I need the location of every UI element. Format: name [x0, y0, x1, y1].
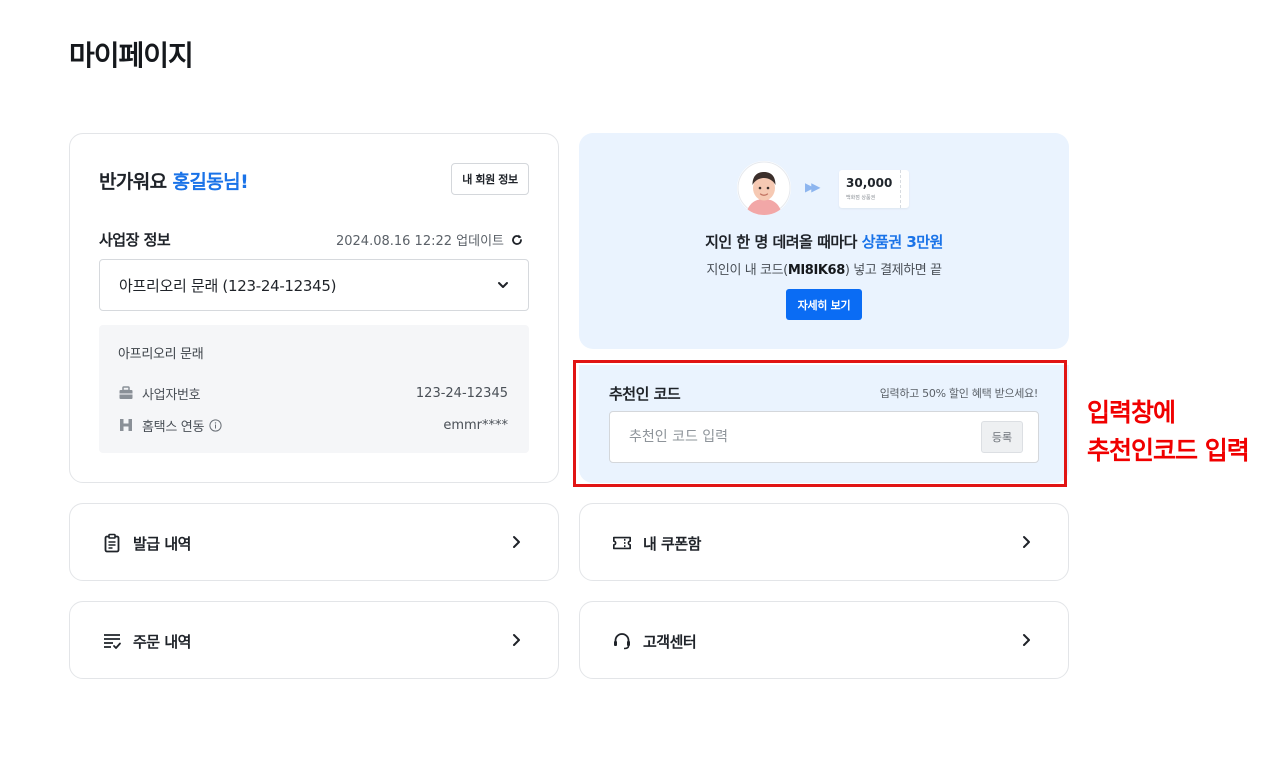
coupon-box-label: 내 쿠폰함 — [643, 535, 701, 553]
chevron-right-icon — [510, 535, 522, 549]
business-number-label: 사업자번호 — [142, 387, 201, 403]
voucher-amount: 30,000 — [846, 176, 893, 190]
greeting: 반가워요 홍길동님! — [99, 167, 249, 194]
business-number-value: 123-24-12345 — [415, 385, 508, 401]
business-info-label: 사업장 정보 — [99, 231, 171, 249]
promo-sub-suffix: ) 넣고 결제하면 끝 — [844, 263, 942, 278]
greeting-prefix: 반가워요 — [99, 171, 167, 193]
promo-sub-prefix: 지인이 내 코드( — [706, 263, 788, 278]
gift-voucher-image: 30,000 백화점 상품권 — [839, 170, 909, 208]
double-arrow-icon: ▶▶ — [805, 180, 821, 194]
ticket-icon — [612, 533, 632, 553]
list-check-icon — [102, 631, 122, 651]
issue-history-card[interactable]: 발급 내역 — [69, 503, 559, 581]
hometax-label-group: 홈택스 연동 — [142, 416, 443, 435]
hometax-row: 홈택스 연동 emmr**** — [118, 415, 508, 435]
order-history-card[interactable]: 주문 내역 — [69, 601, 559, 679]
updated-timestamp: 2024.08.16 12:22 업데이트 — [336, 230, 524, 249]
detail-button[interactable]: 자세히 보기 — [786, 289, 862, 320]
chevron-right-icon — [1020, 633, 1032, 647]
refresh-icon[interactable] — [510, 233, 524, 247]
customer-center-card[interactable]: 고객센터 — [579, 601, 1069, 679]
updated-text: 2024.08.16 12:22 업데이트 — [335, 234, 504, 249]
business-select[interactable]: 아프리오리 문래 (123-24-12345) — [99, 259, 529, 311]
profile-card: 반가워요 홍길동님! 내 회원 정보 사업장 정보 2024.08.16 12:… — [69, 133, 559, 483]
annotation-text: 입력창에 추천인코드 입력 — [1087, 394, 1250, 470]
coupon-box-card[interactable]: 내 쿠폰함 — [579, 503, 1069, 581]
avatar — [737, 161, 791, 215]
business-detail-panel: 아프리오리 문래 사업자번호 123-24-12345 홈택스 연동 emmr*… — [99, 325, 529, 453]
promo-headline-highlight: 상품권 3만원 — [861, 233, 944, 251]
voucher-caption: 백화점 상품권 — [846, 195, 876, 201]
headset-icon — [612, 631, 632, 651]
business-name: 아프리오리 문래 — [118, 347, 204, 362]
user-name: 홍길동님! — [172, 171, 249, 193]
annotation-line-1: 입력창에 — [1087, 398, 1176, 427]
page-title: 마이페이지 — [69, 39, 194, 72]
hometax-icon — [118, 417, 134, 433]
chevron-right-icon — [1020, 535, 1032, 549]
business-select-value: 아프리오리 문래 (123-24-12345) — [119, 276, 337, 295]
hometax-account: emmr**** — [443, 417, 508, 433]
customer-center-label: 고객센터 — [643, 633, 697, 651]
promo-subtext: 지인이 내 코드(MI8IK68) 넣고 결제하면 끝 — [579, 259, 1069, 278]
referral-promo-banner: ▶▶ 30,000 백화점 상품권 지인 한 명 데려올 때마다 상품권 3만원… — [579, 133, 1069, 349]
chevron-down-icon — [496, 278, 510, 292]
chevron-right-icon — [510, 633, 522, 647]
annotation-line-2: 추천인코드 입력 — [1087, 436, 1250, 465]
info-icon[interactable] — [209, 418, 222, 432]
promo-headline-prefix: 지인 한 명 데려올 때마다 — [705, 233, 857, 251]
hometax-label: 홈택스 연동 — [142, 419, 205, 435]
order-history-label: 주문 내역 — [133, 633, 191, 651]
issue-history-label: 발급 내역 — [133, 535, 191, 553]
promo-headline: 지인 한 명 데려올 때마다 상품권 3만원 — [579, 231, 1069, 252]
my-referral-code: MI8IK68 — [787, 263, 845, 278]
business-number-row: 사업자번호 123-24-12345 — [118, 383, 508, 403]
briefcase-icon — [118, 385, 134, 401]
clipboard-icon — [102, 533, 122, 553]
member-info-button[interactable]: 내 회원 정보 — [451, 163, 529, 195]
annotation-highlight-box — [573, 360, 1067, 487]
